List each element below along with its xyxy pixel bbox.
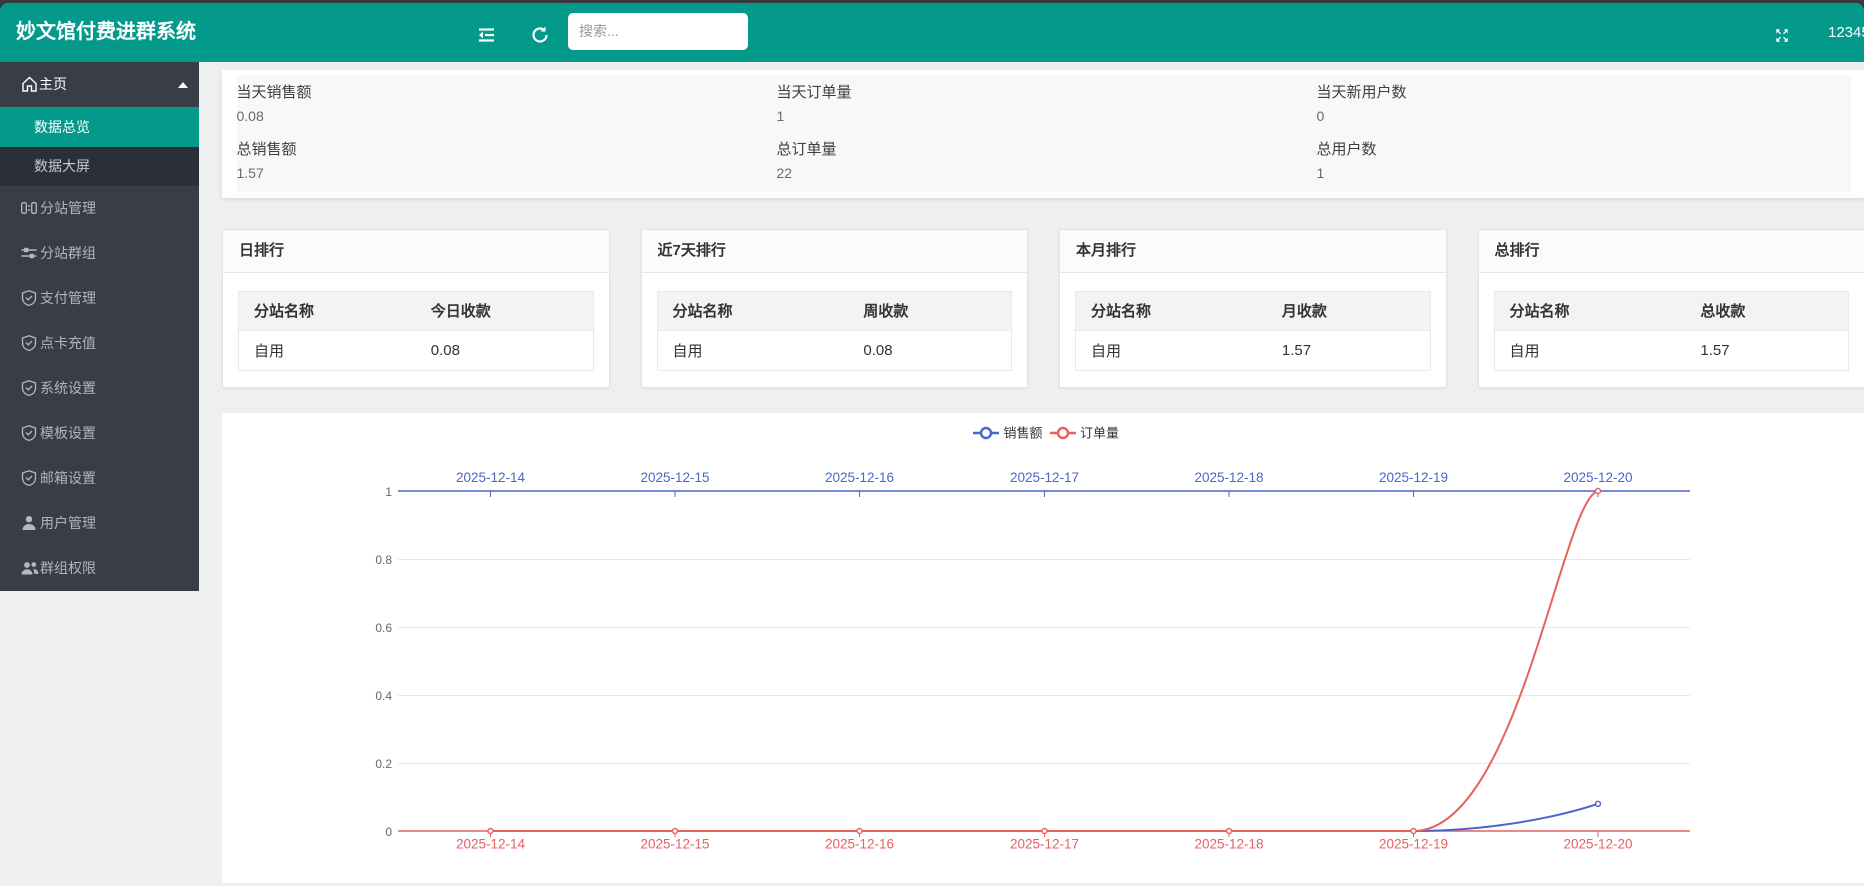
svg-text:2025-12-19: 2025-12-19: [1379, 837, 1448, 852]
svg-text:2025-12-14: 2025-12-14: [456, 837, 526, 852]
svg-text:2025-12-19: 2025-12-19: [1379, 470, 1448, 485]
svg-text:0.2: 0.2: [375, 757, 392, 771]
svg-text:2025-12-15: 2025-12-15: [640, 470, 709, 485]
svg-text:2025-12-15: 2025-12-15: [640, 837, 709, 852]
svg-text:2025-12-20: 2025-12-20: [1563, 837, 1632, 852]
svg-text:1: 1: [385, 485, 392, 499]
svg-text:0.8: 0.8: [375, 553, 392, 567]
svg-text:2025-12-18: 2025-12-18: [1194, 470, 1263, 485]
svg-text:2025-12-20: 2025-12-20: [1563, 470, 1632, 485]
svg-text:0: 0: [385, 825, 392, 839]
svg-text:2025-12-16: 2025-12-16: [825, 837, 894, 852]
svg-text:2025-12-17: 2025-12-17: [1010, 470, 1079, 485]
svg-text:0.4: 0.4: [375, 689, 392, 703]
svg-text:2025-12-18: 2025-12-18: [1194, 837, 1263, 852]
svg-text:2025-12-17: 2025-12-17: [1010, 837, 1079, 852]
svg-text:2025-12-16: 2025-12-16: [825, 470, 894, 485]
svg-text:销售额: 销售额: [1004, 426, 1043, 441]
svg-text:订单量: 订单量: [1080, 426, 1119, 441]
svg-text:0.6: 0.6: [375, 621, 392, 635]
svg-text:2025-12-14: 2025-12-14: [456, 470, 526, 485]
